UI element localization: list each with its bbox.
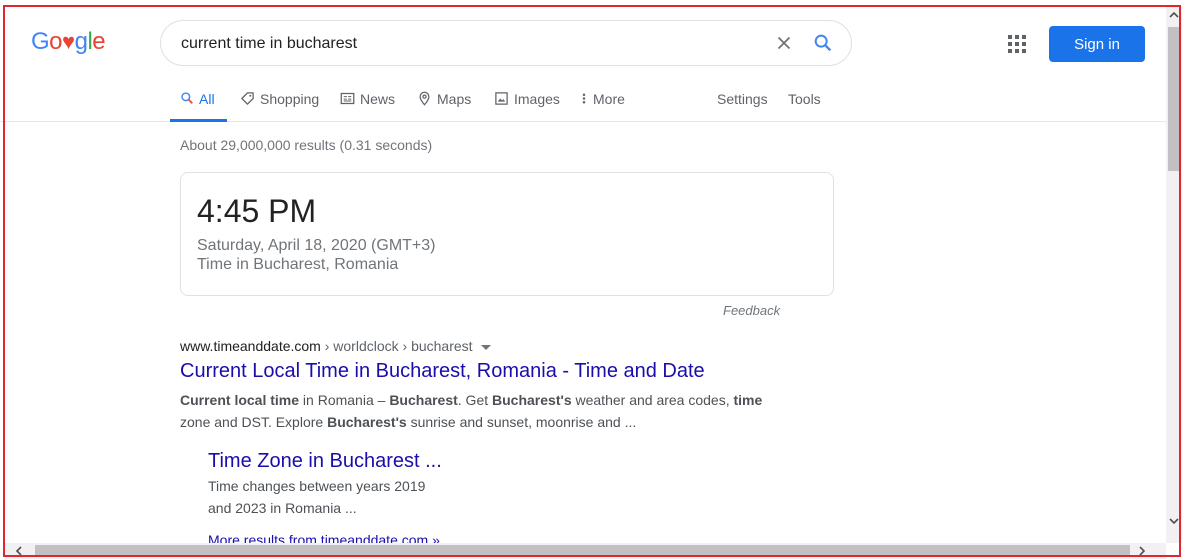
tag-icon (240, 92, 254, 106)
scroll-down-icon[interactable] (1166, 513, 1182, 529)
tab-more[interactable]: More (580, 86, 625, 122)
tab-label: Shopping (260, 91, 320, 107)
snippet-bold-text: Bucharest (389, 392, 458, 408)
news-icon (340, 92, 355, 105)
map-pin-icon (419, 91, 430, 106)
dropdown-arrow-icon[interactable] (480, 344, 491, 350)
snippet-bold-text: Bucharest's (327, 414, 407, 430)
clear-icon[interactable] (773, 32, 795, 54)
snippet-bold-text: Current local time (180, 392, 300, 408)
search-icon (181, 92, 193, 104)
tab-label: Tools (788, 91, 821, 107)
snippet-text: in Romania – (299, 392, 390, 408)
search-header: Go♥gle Sign in All (0, 0, 1166, 122)
result-url: www.timeanddate.com › worldclock › bucha… (180, 338, 491, 354)
tab-shopping[interactable]: Shopping (240, 86, 319, 122)
more-vert-icon (582, 93, 586, 104)
search-icon[interactable] (812, 32, 834, 54)
result-path: › worldclock › bucharest (320, 338, 473, 354)
search-box (160, 20, 852, 66)
snippet-text: zone and DST. Explore (180, 414, 328, 430)
time-card: 4:45 PM Saturday, April 18, 2020 (GMT+3)… (180, 172, 834, 296)
tab-tools[interactable]: Tools (788, 86, 821, 122)
image-icon (495, 92, 508, 105)
apps-grid-icon[interactable] (1007, 34, 1027, 54)
current-time: 4:45 PM (197, 193, 317, 229)
horizontal-scroll-thumb[interactable] (35, 545, 1130, 557)
tab-all[interactable]: All (170, 86, 227, 122)
tab-label: Maps (437, 91, 472, 107)
tab-label: All (199, 91, 215, 107)
sign-in-button[interactable]: Sign in (1049, 26, 1145, 62)
result-snippet: Current local time in Romania – Buchares… (180, 389, 780, 433)
tab-maps[interactable]: Maps (417, 86, 471, 122)
tab-news[interactable]: News (340, 86, 395, 122)
current-date: Saturday, April 18, 2020 (GMT+3) (197, 237, 436, 254)
vertical-scroll-thumb[interactable] (1168, 27, 1180, 171)
result-domain: www.timeanddate.com (180, 338, 321, 354)
snippet-bold-text: Bucharest's (492, 392, 572, 408)
feedback-link[interactable]: Feedback (723, 303, 780, 318)
search-input[interactable] (181, 33, 741, 55)
google-logo[interactable]: Go♥gle (31, 28, 106, 56)
horizontal-scrollbar[interactable] (5, 543, 1166, 559)
vertical-scrollbar[interactable] (1166, 7, 1182, 543)
sitelink-snippet: Time changes between years 2019 and 2023… (208, 478, 426, 516)
tab-label: News (360, 91, 396, 107)
result-stats: About 29,000,000 results (0.31 seconds) (180, 137, 433, 153)
scroll-up-icon[interactable] (1166, 7, 1182, 23)
snippet-bold-text: time (733, 392, 763, 408)
tab-images[interactable]: Images (494, 86, 560, 122)
result-title-link[interactable]: Current Local Time in Bucharest, Romania… (180, 360, 705, 383)
scroll-left-icon[interactable] (11, 543, 27, 559)
sitelink-title[interactable]: Time Zone in Bucharest ... (208, 450, 442, 473)
snippet-text: weather and area codes, (571, 392, 734, 408)
tab-label: Settings (717, 91, 768, 107)
snippet-text: . Get (457, 392, 493, 408)
tab-label: Images (514, 91, 560, 107)
tab-settings[interactable]: Settings (717, 86, 768, 122)
tab-label: More (593, 91, 625, 107)
snippet-text: sunrise and sunset, moonrise and ... (406, 414, 637, 430)
scroll-right-icon[interactable] (1134, 543, 1150, 559)
time-location: Time in Bucharest, Romania (197, 256, 399, 273)
